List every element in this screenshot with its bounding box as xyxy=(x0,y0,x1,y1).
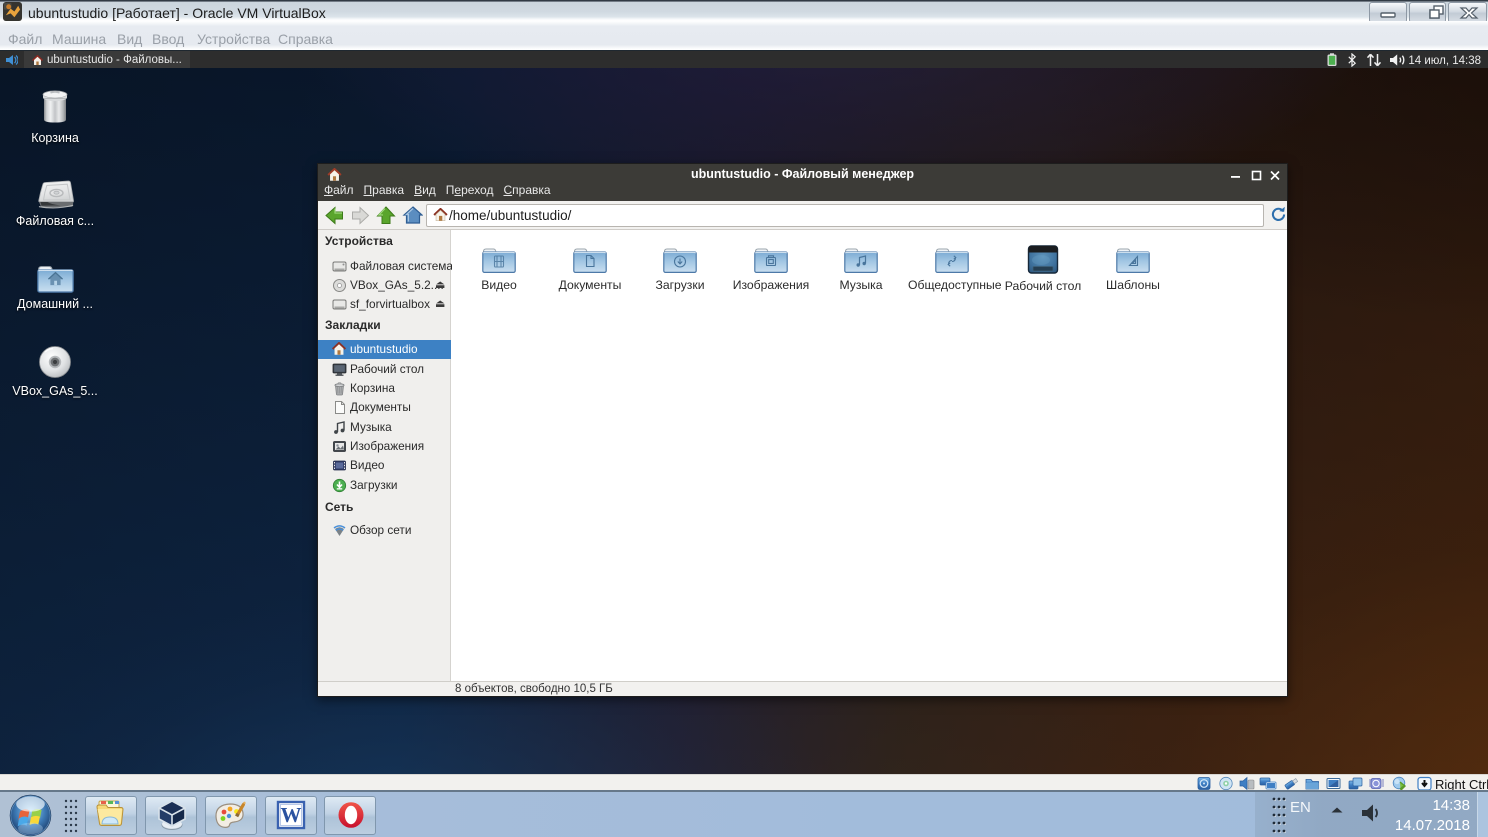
svg-text:W: W xyxy=(281,803,302,827)
